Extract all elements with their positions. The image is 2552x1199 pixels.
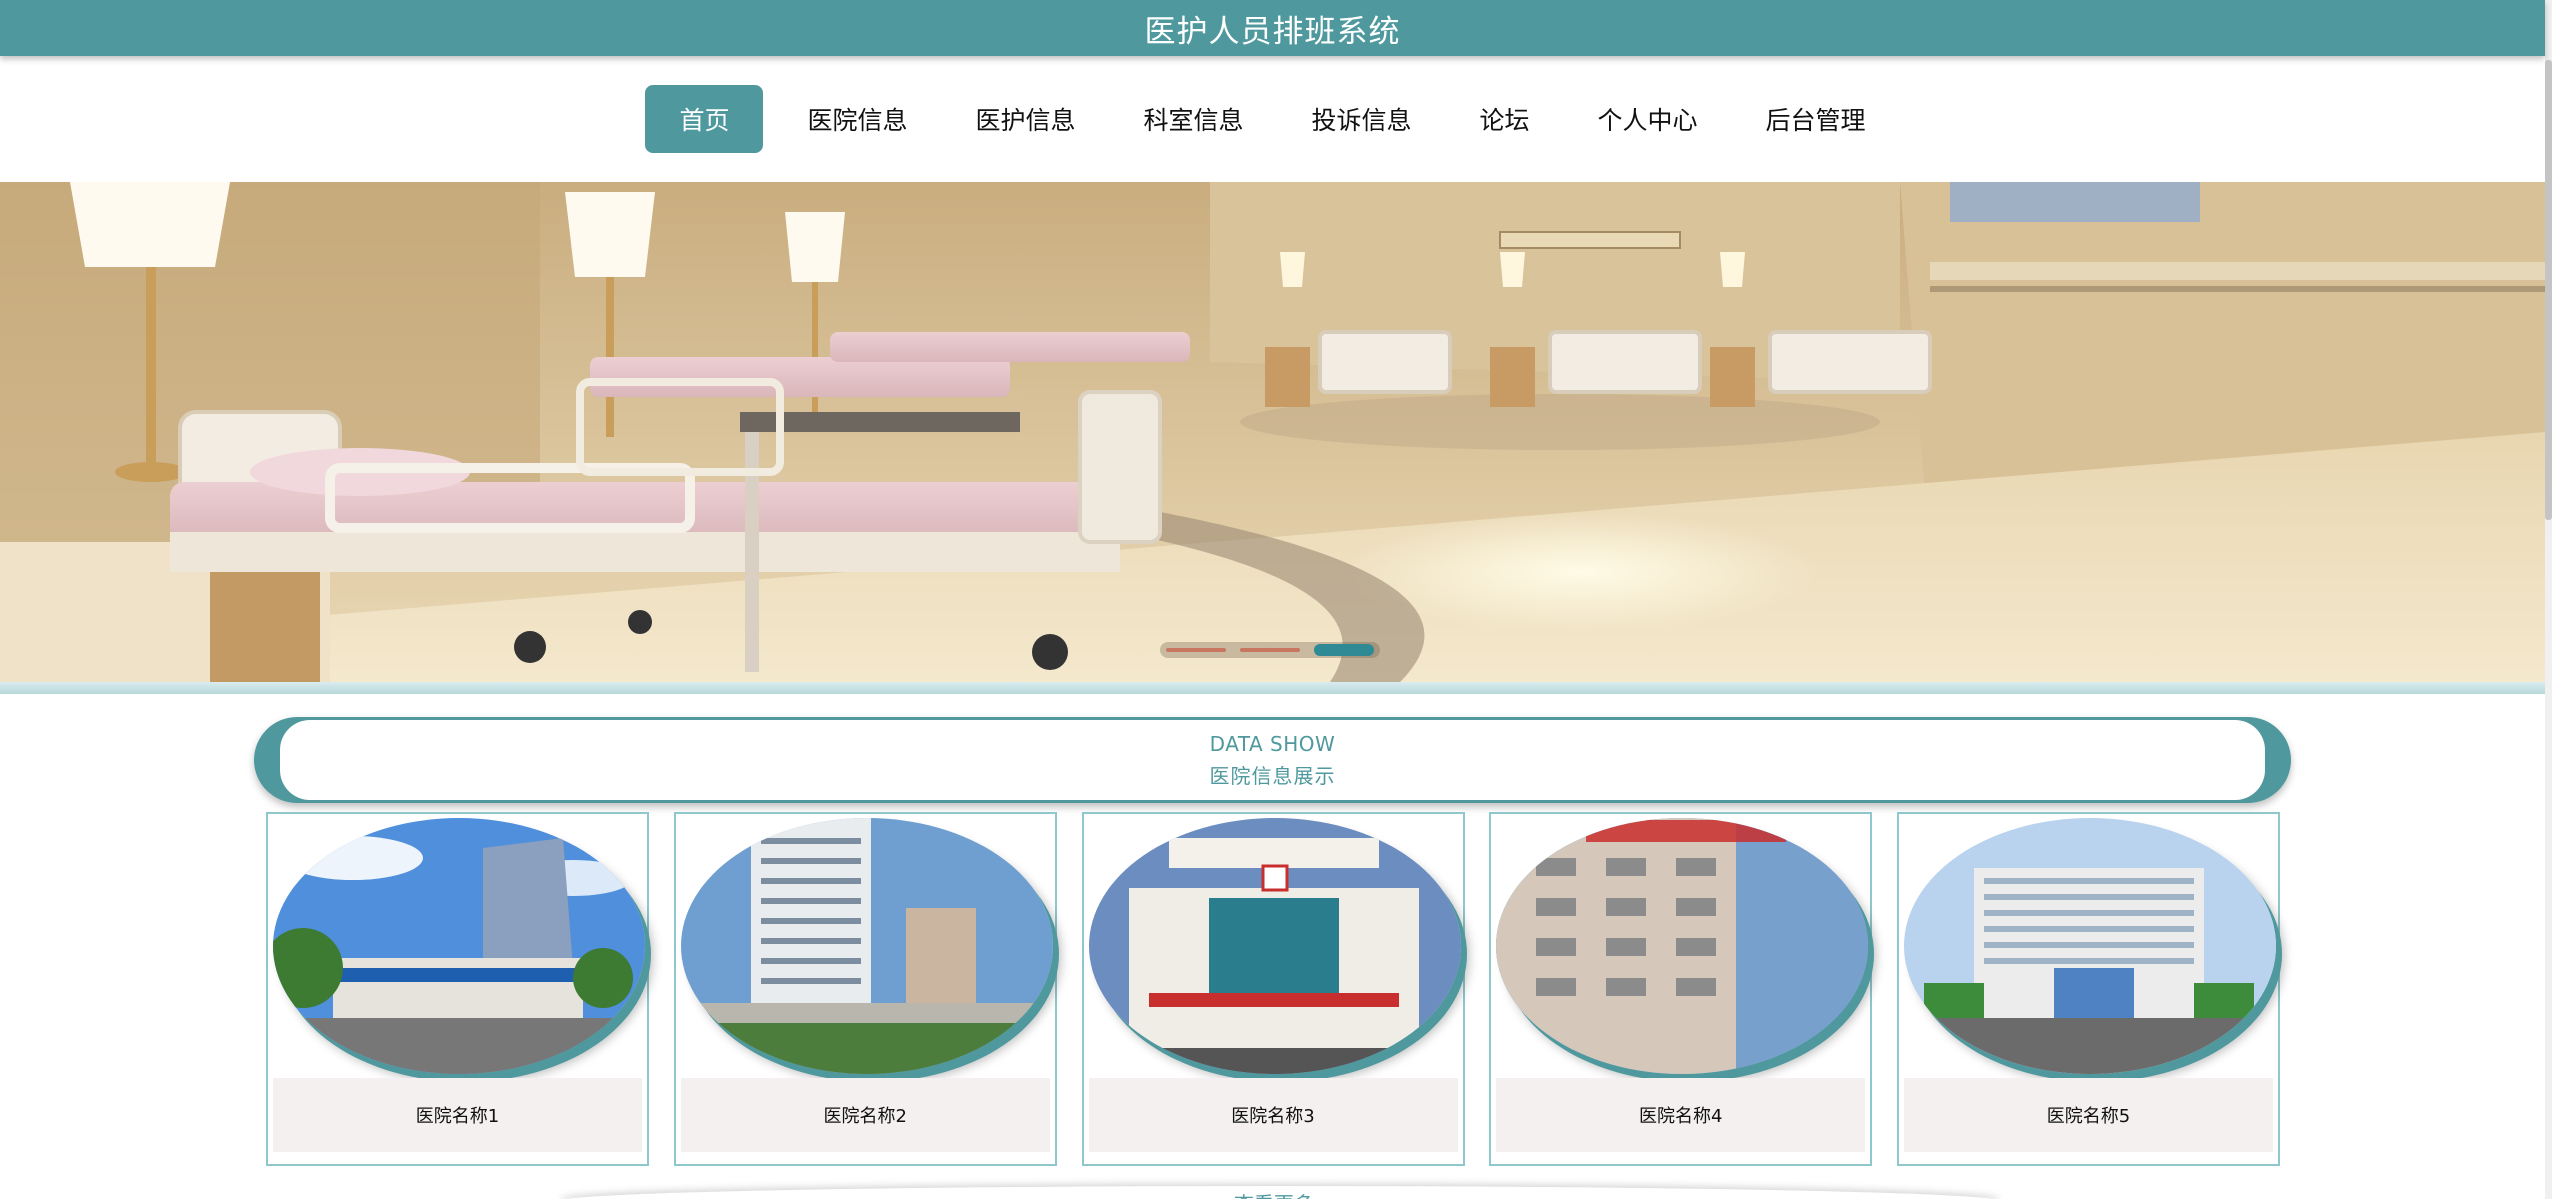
section-title-en: DATA SHOW	[1209, 731, 1336, 756]
hospital-name: 医院名称3	[1088, 1078, 1458, 1152]
nav-item-forum[interactable]: 论坛	[1446, 85, 1564, 153]
nav-item-department-info[interactable]: 科室信息	[1109, 85, 1277, 153]
hospital-photo	[1088, 818, 1461, 1074]
section-header-inner: DATA SHOW 医院信息展示	[280, 720, 2265, 800]
hospital-photo	[680, 818, 1053, 1074]
hospital-card[interactable]: 医院名称4	[1489, 812, 1873, 1166]
hospital-name: 医院名称1	[273, 1078, 642, 1152]
app-title: 医护人员排班系统	[1144, 13, 1401, 50]
hospital-card[interactable]: 医院名称1	[266, 812, 649, 1166]
nav-item-complaint-info[interactable]: 投诉信息	[1278, 85, 1446, 153]
banner-divider	[0, 682, 2545, 694]
nav-item-home[interactable]: 首页	[645, 85, 764, 153]
carousel-dot-2[interactable]	[1240, 648, 1300, 652]
carousel-indicators	[1160, 642, 1380, 658]
nav-item-staff-info[interactable]: 医护信息	[941, 85, 1109, 153]
app-title-bar: 医护人员排班系统	[0, 0, 2545, 56]
nav-item-admin[interactable]: 后台管理	[1732, 85, 1900, 153]
hospital-photo	[1904, 818, 2276, 1074]
scrollbar-thumb[interactable]	[2545, 60, 2552, 520]
hospital-name: 医院名称4	[1496, 1078, 1866, 1152]
hospital-card[interactable]: 医院名称2	[673, 812, 1057, 1166]
section-header: DATA SHOW 医院信息展示	[254, 717, 2291, 803]
hospital-name: 医院名称2	[680, 1078, 1050, 1152]
main-nav: 首页 医院信息 医护信息 科室信息 投诉信息 论坛 个人中心 后台管理	[0, 56, 2545, 182]
banner-image	[0, 182, 2545, 682]
view-more-link[interactable]: 查看更多»	[1180, 1188, 1380, 1199]
nav-item-hospital-info[interactable]: 医院信息	[773, 85, 941, 153]
carousel-dot-3[interactable]	[1314, 644, 1374, 656]
hospital-card[interactable]: 医院名称3	[1081, 812, 1465, 1166]
hospital-photo	[273, 818, 645, 1074]
scrollbar[interactable]	[2545, 0, 2552, 1199]
banner-carousel[interactable]	[0, 182, 2545, 682]
carousel-dot-1[interactable]	[1166, 648, 1226, 652]
hospital-photo	[1496, 818, 1869, 1074]
nav-item-personal-center[interactable]: 个人中心	[1564, 85, 1732, 153]
section-title-cn: 医院信息展示	[1209, 763, 1336, 788]
hospital-name: 医院名称5	[1904, 1078, 2273, 1152]
hospital-cards: 医院名称1 医院名称2 医院名称3 医院名称4 医院名称5	[266, 812, 2280, 1166]
nav-list: 首页 医院信息 医护信息 科室信息 投诉信息 论坛 个人中心 后台管理	[645, 85, 1899, 153]
hospital-card[interactable]: 医院名称5	[1897, 812, 2280, 1166]
page: 医护人员排班系统 首页 医院信息 医护信息 科室信息 投诉信息 论坛 个人中心 …	[0, 0, 2552, 1199]
